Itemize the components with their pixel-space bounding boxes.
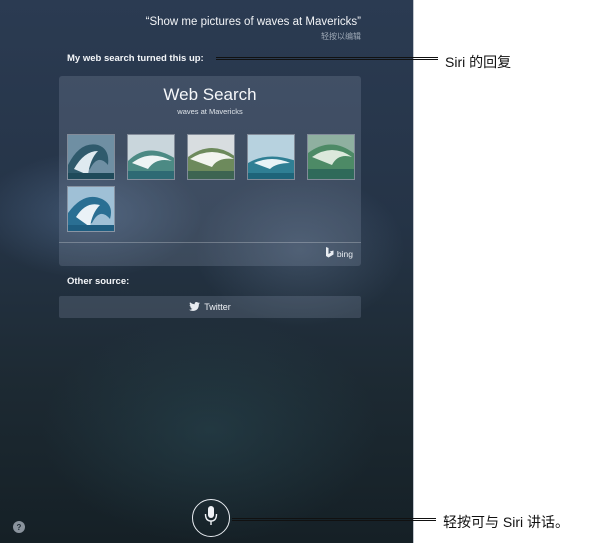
other-source-label: Other source: [67, 276, 130, 287]
web-search-query: waves at Mavericks [177, 107, 243, 116]
bing-label: bing [336, 248, 353, 259]
card-divider [59, 242, 361, 243]
twitter-icon [189, 301, 201, 313]
user-utterance[interactable]: “Show me pictures of waves at Mavericks”… [146, 16, 361, 42]
mic-callout: 轻按可与 Siri 讲话。 [443, 514, 569, 530]
microphone-button[interactable] [192, 499, 230, 537]
microphone-icon [204, 505, 218, 532]
mic-callout-line [232, 518, 436, 521]
wave-image-2[interactable] [127, 134, 175, 180]
utterance-text: “Show me pictures of waves at Mavericks” [145, 16, 361, 28]
wave-image-5[interactable] [307, 134, 355, 180]
response-callout-line [216, 57, 438, 60]
wave-image-6[interactable] [67, 186, 115, 232]
wave-image-3[interactable] [187, 134, 235, 180]
response-callout: Siri 的回复 [445, 54, 512, 70]
bing-attribution[interactable]: bing [325, 247, 353, 260]
siri-screen: “Show me pictures of waves at Mavericks”… [0, 0, 414, 543]
twitter-button[interactable]: Twitter [59, 296, 361, 318]
response-label: My web search turned this up: [67, 53, 204, 64]
help-icon[interactable]: ? [13, 521, 25, 533]
tap-to-edit-hint: 轻按以编辑 [321, 32, 361, 41]
wave-image-4[interactable] [247, 134, 295, 180]
bing-icon [325, 247, 334, 260]
wave-image-1[interactable] [67, 134, 115, 180]
web-search-card[interactable]: Web Search waves at Mavericks bing [59, 76, 361, 266]
web-search-title: Web Search [163, 85, 257, 104]
twitter-label: Twitter [204, 302, 231, 312]
